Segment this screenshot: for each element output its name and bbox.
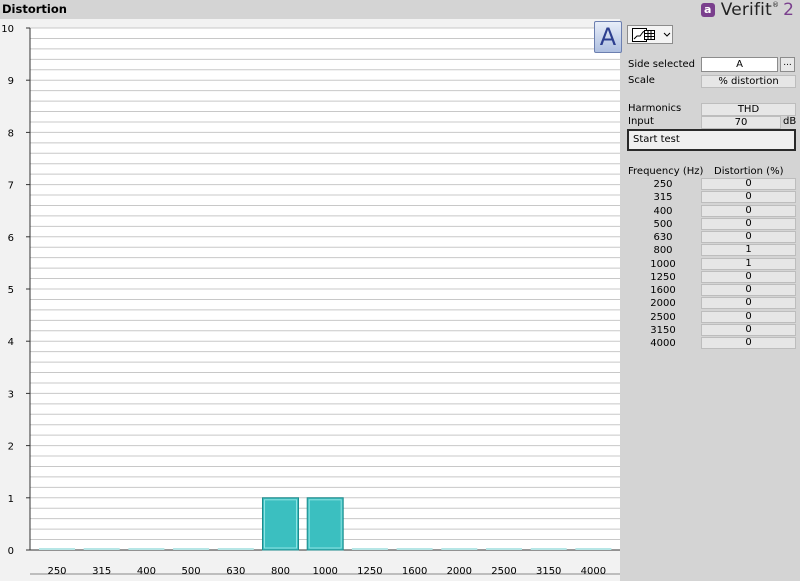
input-value[interactable]: 70 (701, 116, 781, 129)
scale-label: Scale (628, 75, 655, 86)
frequency-column-header: Frequency (Hz) (628, 166, 704, 177)
frequency-cell: 315 (653, 192, 673, 204)
y-tick-label: 4 (8, 337, 14, 348)
scale-value[interactable]: % distortion (701, 75, 796, 88)
distortion-cell: 0 (701, 217, 796, 230)
table-row: 400 0 (624, 204, 800, 218)
x-tick-label: 1000 (312, 566, 337, 577)
x-tick-label: 500 (182, 566, 201, 577)
graph-table-icon (632, 27, 655, 42)
frequency-cell: 400 (653, 205, 673, 217)
input-unit: dB (783, 116, 797, 127)
frequency-cell: 1000 (650, 258, 676, 270)
distortion-cell: 0 (701, 310, 796, 323)
frequency-cell: 630 (653, 232, 673, 243)
x-tick-label: 2500 (491, 566, 516, 577)
chevron-down-icon (663, 32, 671, 37)
distortion-cell: 0 (701, 204, 796, 217)
distortion-cell: 1 (701, 244, 796, 257)
distortion-chart-area: 0 1 2 3 4 5 6 7 8 9 10 250 315 400 500 630 800 1000 1250 16… (0, 19, 620, 581)
table-row: 1000 1 (624, 257, 800, 271)
harmonics-label: Harmonics (628, 103, 682, 114)
input-label: Input (628, 116, 654, 127)
x-tick-label: 1250 (357, 566, 382, 577)
frequency-cell: 250 (653, 179, 673, 190)
x-tick-label: 1600 (402, 566, 427, 577)
table-row: 3150 0 (624, 323, 800, 337)
y-tick-label: 0 (8, 546, 14, 557)
table-row: 630 0 (624, 231, 800, 244)
distortion-cell: 0 (701, 178, 796, 190)
frequency-cell: 2500 (650, 311, 676, 323)
frequency-cell: 1250 (650, 271, 676, 283)
distortion-chart: 0 1 2 3 4 5 6 7 8 9 10 250 315 400 500 630 800 1000 1250 16… (1, 24, 620, 577)
frequency-cell: 500 (653, 218, 673, 230)
frequency-cell: 3150 (650, 324, 676, 336)
x-tick-label: 630 (226, 566, 245, 577)
x-tick-label: 315 (92, 566, 111, 577)
control-panel: Side selected A ... Scale % distortion H… (624, 19, 800, 581)
y-tick-label: 8 (8, 128, 14, 139)
table-row: 1250 0 (624, 270, 800, 284)
table-row: 500 0 (624, 217, 800, 231)
distortion-cell: 0 (701, 191, 796, 204)
frequency-cell: 2000 (650, 298, 676, 310)
distortion-bar (306, 497, 344, 551)
brand-mark: ® (771, 0, 780, 9)
y-tick-label: 1 (8, 494, 14, 505)
brand: a Verifit® 2 (700, 0, 794, 20)
distortion-cell: 0 (701, 284, 796, 296)
start-test-button[interactable]: Start test (627, 129, 796, 151)
distortion-cell: 1 (701, 257, 796, 270)
distortion-cell: 0 (701, 270, 796, 283)
distortion-cell: 0 (701, 297, 796, 310)
side-selected-field[interactable]: A (701, 57, 778, 72)
distortion-bar (262, 497, 299, 551)
harmonics-value[interactable]: THD (701, 103, 796, 116)
y-tick-label: 10 (1, 24, 14, 35)
x-tick-label: 250 (47, 566, 66, 577)
table-row: 4000 0 (624, 337, 800, 350)
brand-version: 2 (783, 0, 794, 20)
frequency-cell: 800 (653, 245, 673, 257)
distortion-cell: 0 (701, 323, 796, 336)
y-tick-label: 6 (8, 233, 14, 244)
brand-logo-icon: a (700, 2, 715, 17)
side-selected-label: Side selected (628, 59, 696, 70)
distortion-column-header: Distortion (%) (714, 166, 784, 177)
frequency-cell: 1600 (650, 285, 676, 296)
brand-name: Verifit (720, 0, 772, 20)
y-tick-label: 2 (8, 442, 14, 453)
x-tick-label: 2000 (447, 566, 472, 577)
x-tick-label: 4000 (581, 566, 606, 577)
distortion-cell: 0 (701, 337, 796, 349)
view-mode-dropdown[interactable] (627, 25, 673, 44)
frequency-cell: 4000 (650, 338, 676, 349)
table-row: 2500 0 (624, 310, 800, 324)
table-row: 2000 0 (624, 297, 800, 310)
title-bar: Distortion a Verifit® 2 (0, 0, 800, 20)
y-tick-label: 7 (8, 181, 14, 192)
y-tick-label: 5 (8, 285, 14, 296)
table-row: 800 1 (624, 244, 800, 257)
x-tick-label: 3150 (536, 566, 561, 577)
side-selected-more-button[interactable]: ... (780, 57, 795, 72)
side-a-button[interactable]: A (594, 21, 622, 53)
distortion-cell: 0 (701, 231, 796, 243)
table-row: 250 0 (624, 178, 800, 191)
y-tick-label: 3 (8, 389, 14, 400)
window-title: Distortion (2, 2, 67, 16)
x-tick-label: 400 (137, 566, 156, 577)
table-row: 315 0 (624, 191, 800, 204)
x-tick-label: 800 (271, 566, 290, 577)
y-tick-label: 9 (8, 76, 14, 87)
table-row: 1600 0 (624, 284, 800, 297)
